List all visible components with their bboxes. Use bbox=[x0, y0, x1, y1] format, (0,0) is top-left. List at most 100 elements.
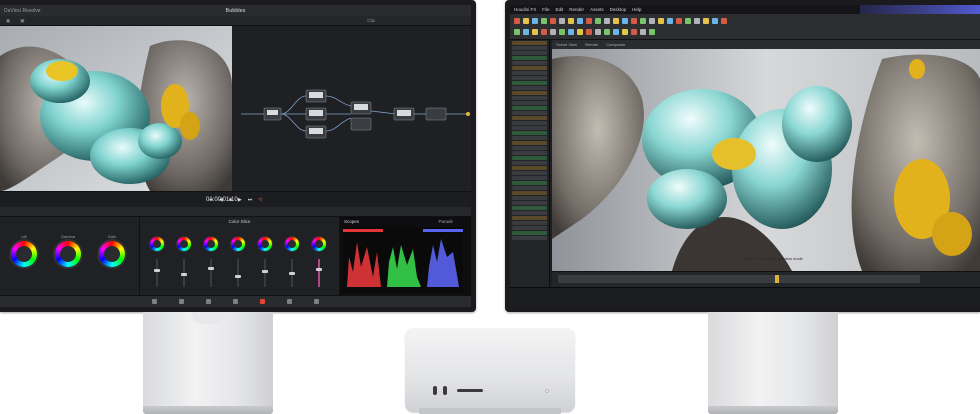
tool-icon[interactable] bbox=[613, 29, 619, 35]
menu-item[interactable]: Help bbox=[632, 7, 641, 12]
tree-row[interactable] bbox=[512, 101, 547, 105]
tool-icon[interactable] bbox=[595, 18, 601, 24]
tool-icon[interactable] bbox=[685, 18, 691, 24]
tool-icon[interactable] bbox=[712, 18, 718, 24]
menu-item[interactable]: Edit bbox=[556, 7, 564, 12]
slice-wheel[interactable] bbox=[204, 237, 218, 251]
tree-row[interactable] bbox=[512, 166, 547, 170]
tool-icon[interactable] bbox=[703, 18, 709, 24]
fusion-page-icon[interactable] bbox=[233, 299, 238, 304]
tool-icon[interactable] bbox=[631, 29, 637, 35]
gamma-wheel[interactable] bbox=[55, 241, 81, 267]
tool-icon[interactable] bbox=[577, 18, 583, 24]
tree-row[interactable] bbox=[512, 66, 547, 70]
tree-row[interactable] bbox=[512, 236, 547, 240]
tool-icon[interactable] bbox=[541, 29, 547, 35]
tool-icon[interactable] bbox=[595, 29, 601, 35]
tree-row[interactable] bbox=[512, 106, 547, 110]
tool-icon[interactable] bbox=[532, 29, 538, 35]
tree-row[interactable] bbox=[512, 81, 547, 85]
tool-icon[interactable] bbox=[649, 18, 655, 24]
tree-row[interactable] bbox=[512, 91, 547, 95]
menu-item[interactable]: Desktop bbox=[610, 7, 627, 12]
tree-row[interactable] bbox=[512, 131, 547, 135]
tool-icon[interactable] bbox=[604, 29, 610, 35]
menu-item[interactable]: Render bbox=[569, 7, 584, 12]
tree-row[interactable] bbox=[512, 121, 547, 125]
tool-icon[interactable] bbox=[658, 18, 664, 24]
node-editor[interactable] bbox=[236, 26, 471, 191]
tree-row[interactable] bbox=[512, 41, 547, 45]
edit-page-icon[interactable] bbox=[206, 299, 211, 304]
tool-icon[interactable] bbox=[631, 18, 637, 24]
slice-wheel[interactable] bbox=[150, 237, 164, 251]
tree-row[interactable] bbox=[512, 51, 547, 55]
tool-icon[interactable] bbox=[577, 29, 583, 35]
tree-row[interactable] bbox=[512, 231, 547, 235]
scene-viewport[interactable] bbox=[552, 49, 980, 271]
fader[interactable] bbox=[262, 259, 268, 287]
skip-forward-icon[interactable]: ⏭ bbox=[248, 197, 253, 203]
tree-row[interactable] bbox=[512, 186, 547, 190]
tree-row[interactable] bbox=[512, 71, 547, 75]
color-page-icon[interactable] bbox=[260, 299, 265, 304]
fader[interactable] bbox=[181, 259, 187, 287]
cut-page-icon[interactable] bbox=[179, 299, 184, 304]
tree-row[interactable] bbox=[512, 221, 547, 225]
tree-row[interactable] bbox=[512, 46, 547, 50]
tool-icon[interactable] bbox=[622, 29, 628, 35]
tree-row[interactable] bbox=[512, 176, 547, 180]
tree-row[interactable] bbox=[512, 76, 547, 80]
tool-icon[interactable] bbox=[694, 18, 700, 24]
tool-icon[interactable] bbox=[622, 18, 628, 24]
tool-icon[interactable] bbox=[541, 18, 547, 24]
tool-icon[interactable] bbox=[568, 29, 574, 35]
tree-row[interactable] bbox=[512, 191, 547, 195]
tree-row[interactable] bbox=[512, 206, 547, 210]
tool-icon[interactable] bbox=[523, 18, 529, 24]
lift-wheel[interactable] bbox=[11, 241, 37, 267]
menu-item[interactable]: Houdini FX bbox=[514, 7, 536, 12]
tool-icon[interactable] bbox=[640, 29, 646, 35]
tree-row[interactable] bbox=[512, 86, 547, 90]
tree-row[interactable] bbox=[512, 126, 547, 130]
tool-icon[interactable] bbox=[514, 29, 520, 35]
tree-row[interactable] bbox=[512, 226, 547, 230]
tree-row[interactable] bbox=[512, 161, 547, 165]
menu-item[interactable]: Assets bbox=[590, 7, 604, 12]
tab-scene-view[interactable]: Scene View bbox=[556, 42, 577, 47]
slice-wheel[interactable] bbox=[177, 237, 191, 251]
tree-row[interactable] bbox=[512, 156, 547, 160]
tree-row[interactable] bbox=[512, 111, 547, 115]
menu-item[interactable]: File bbox=[542, 7, 549, 12]
tool-icon[interactable] bbox=[613, 18, 619, 24]
scene-tree-panel[interactable] bbox=[510, 40, 550, 288]
tool-icon[interactable] bbox=[559, 18, 565, 24]
tool-icon[interactable] bbox=[550, 18, 556, 24]
tool-icon[interactable] bbox=[514, 18, 520, 24]
tool-icon[interactable] bbox=[550, 29, 556, 35]
fairlight-page-icon[interactable] bbox=[287, 299, 292, 304]
tool-icon[interactable] bbox=[532, 18, 538, 24]
tool-icon[interactable] bbox=[586, 18, 592, 24]
loop-icon[interactable]: ⟲ bbox=[258, 197, 262, 203]
fader[interactable] bbox=[154, 259, 160, 287]
playbar-timeline[interactable] bbox=[552, 271, 980, 288]
tool-icon[interactable] bbox=[649, 29, 655, 35]
fader[interactable] bbox=[235, 259, 241, 287]
gain-wheel[interactable] bbox=[99, 241, 125, 267]
fader[interactable] bbox=[289, 259, 295, 287]
tool-icon[interactable] bbox=[721, 18, 727, 24]
tree-row[interactable] bbox=[512, 141, 547, 145]
fader[interactable] bbox=[316, 259, 322, 287]
tree-row[interactable] bbox=[512, 196, 547, 200]
tool-icon[interactable] bbox=[604, 18, 610, 24]
tool-icon[interactable] bbox=[559, 29, 565, 35]
tree-row[interactable] bbox=[512, 181, 547, 185]
slice-wheel[interactable] bbox=[285, 237, 299, 251]
tree-row[interactable] bbox=[512, 201, 547, 205]
tree-row[interactable] bbox=[512, 116, 547, 120]
tree-row[interactable] bbox=[512, 56, 547, 60]
play-icon[interactable]: ▶ bbox=[238, 197, 242, 203]
media-page-icon[interactable] bbox=[152, 299, 157, 304]
